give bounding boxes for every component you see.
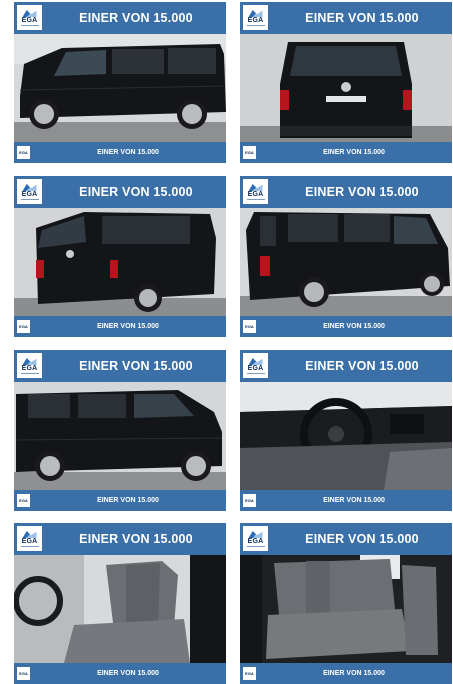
dashboard-photo [240,382,452,490]
photo-banner: EGA EINER VON 15.000 [240,176,452,208]
ega-logo-small: EGA [17,146,30,159]
ega-logo-small: EGA [243,320,256,333]
ega-logo-small: EGA [17,494,30,507]
photo-banner: EGA EINER VON 15.000 [14,2,226,34]
photo-footer: EGA EINER VON 15.000 [240,663,452,684]
gallery-photo-6[interactable]: EGA EINER VON 15.000 EGA EINER VON 15.00… [240,350,452,511]
ega-logo: EGA [17,526,42,551]
photo-footer: EGA EINER VON 15.000 [14,316,226,337]
dashboard-image [240,382,452,490]
photo-footer-title: EINER VON 15.000 [323,149,385,156]
ega-logo-icon [248,184,263,191]
ega-logo-small: EGA [243,146,256,159]
photo-footer-title: EINER VON 15.000 [97,323,159,330]
photo-footer: EGA EINER VON 15.000 [14,142,226,163]
photo-banner-title: EINER VON 15.000 [305,532,419,546]
photo-banner: EGA EINER VON 15.000 [14,350,226,382]
ega-logo-icon [22,358,37,365]
photo-footer: EGA EINER VON 15.000 [240,316,452,337]
gallery-photo-8[interactable]: EGA EINER VON 15.000 EGA EINER VON 15.00… [240,523,452,684]
van-side-right-image [14,382,226,490]
photo-footer-title: EINER VON 15.000 [323,323,385,330]
photo-banner: EGA EINER VON 15.000 [14,176,226,208]
van-rear-left-photo [14,208,226,316]
gallery-photo-2[interactable]: EGA EINER VON 15.000 EGA EINER VON 15.00… [240,2,452,163]
photo-footer: EGA EINER VON 15.000 [14,663,226,684]
ega-logo-small: EGA [17,667,30,680]
photo-footer: EGA EINER VON 15.000 [240,490,452,511]
photo-footer-title: EINER VON 15.000 [97,149,159,156]
ega-logo: EGA [243,5,268,30]
photo-banner-title: EINER VON 15.000 [79,359,193,373]
ega-logo-icon [248,10,263,17]
van-side-left-photo [14,34,226,142]
van-rear-image [240,34,452,142]
ega-logo: EGA [17,179,42,204]
ega-logo: EGA [243,526,268,551]
photo-footer: EGA EINER VON 15.000 [240,142,452,163]
photo-banner: EGA EINER VON 15.000 [240,2,452,34]
van-rear-left-image [14,208,226,316]
gallery-photo-4[interactable]: EGA EINER VON 15.000 EGA EINER VON 15.00… [240,176,452,337]
ega-logo-small: EGA [17,320,30,333]
photo-banner: EGA EINER VON 15.000 [14,523,226,555]
gallery-photo-5[interactable]: EGA EINER VON 15.000 EGA EINER VON 15.00… [14,350,226,511]
ega-logo-icon [248,531,263,538]
gallery-photo-7[interactable]: EGA EINER VON 15.000 EGA EINER VON 15.00… [14,523,226,684]
ega-logo: EGA [243,179,268,204]
photo-footer-title: EINER VON 15.000 [97,497,159,504]
front-seats-photo [14,555,226,663]
photo-banner-title: EINER VON 15.000 [79,532,193,546]
ega-logo-icon [22,184,37,191]
photo-banner-title: EINER VON 15.000 [305,185,419,199]
photo-footer-title: EINER VON 15.000 [97,670,159,677]
van-rear-photo [240,34,452,142]
ega-logo: EGA [243,353,268,378]
photo-banner: EGA EINER VON 15.000 [240,523,452,555]
photo-footer-title: EINER VON 15.000 [323,670,385,677]
ega-logo: EGA [17,5,42,30]
rear-seats-photo [240,555,452,663]
ega-logo-icon [248,358,263,365]
photo-footer: EGA EINER VON 15.000 [14,490,226,511]
van-side-right-photo [14,382,226,490]
van-side-left-image [14,34,226,142]
photo-gallery: EGA EINER VON 15.000 EGA EINER VON 15.00… [0,0,453,684]
photo-banner-title: EINER VON 15.000 [79,11,193,25]
front-seats-image [14,555,226,663]
photo-banner: EGA EINER VON 15.000 [240,350,452,382]
ega-logo-icon [22,10,37,17]
ega-logo: EGA [17,353,42,378]
ega-logo-small: EGA [243,667,256,680]
van-rear-right-photo [240,208,452,316]
photo-footer-title: EINER VON 15.000 [323,497,385,504]
gallery-photo-1[interactable]: EGA EINER VON 15.000 EGA EINER VON 15.00… [14,2,226,163]
photo-banner-title: EINER VON 15.000 [305,359,419,373]
gallery-photo-3[interactable]: EGA EINER VON 15.000 EGA EINER VON 15.00… [14,176,226,337]
photo-banner-title: EINER VON 15.000 [79,185,193,199]
ega-logo-small: EGA [243,494,256,507]
van-rear-right-image [240,208,452,316]
rear-seats-image [240,555,452,663]
photo-banner-title: EINER VON 15.000 [305,11,419,25]
ega-logo-icon [22,531,37,538]
